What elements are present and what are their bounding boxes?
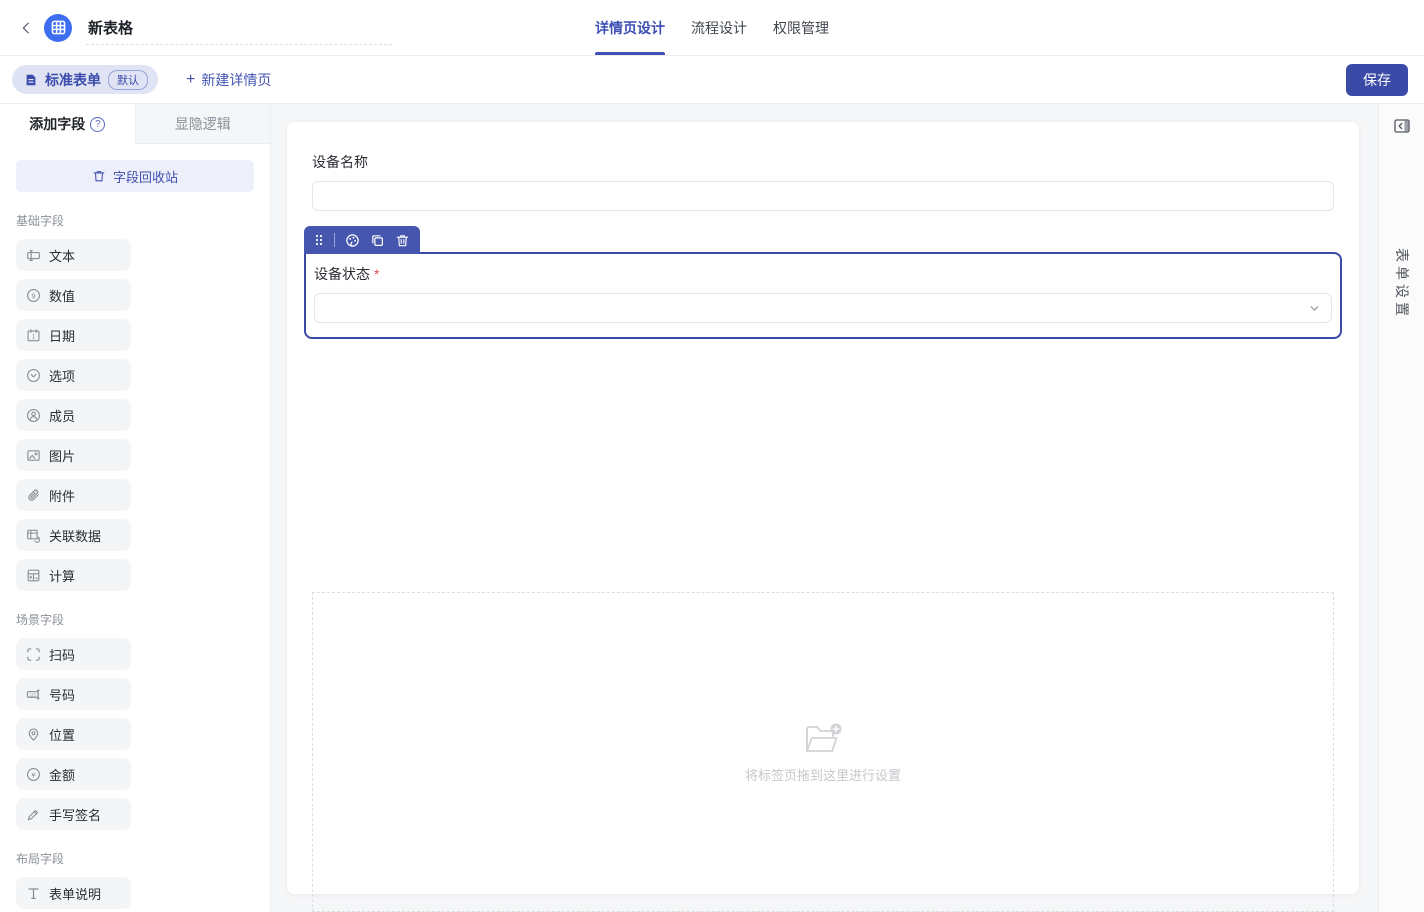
- field-item-form-note[interactable]: 表单说明: [16, 877, 131, 909]
- section-title-basic-fields: 基础字段: [16, 212, 254, 229]
- text-field-icon: [26, 248, 41, 263]
- form-doc-icon: [24, 73, 38, 87]
- new-detail-page-button[interactable]: + 新建详情页: [186, 70, 271, 90]
- folder-plus-icon: [803, 721, 843, 755]
- new-detail-page-label: 新建详情页: [201, 70, 271, 90]
- form-toolbar: 标准表单 默认 + 新建详情页 保存: [0, 56, 1424, 104]
- drag-handle-icon[interactable]: [314, 233, 324, 247]
- field-item-calc[interactable]: 计算: [16, 559, 131, 591]
- number-icon: 9: [26, 288, 41, 303]
- option-icon: [26, 368, 41, 383]
- dropzone-hint: 将标签页拖到这里进行设置: [745, 765, 901, 784]
- sidebar-tab-visibility-logic[interactable]: 显隐逻辑: [135, 104, 271, 144]
- svg-text:1: 1: [32, 333, 36, 340]
- field-item-member[interactable]: 成员: [16, 399, 131, 431]
- tab-detail-page-design[interactable]: 详情页设计: [595, 0, 665, 55]
- field-label: 设备名称: [312, 152, 1334, 172]
- canvas-region: 设备名称: [271, 104, 1378, 912]
- money-icon: ¥: [26, 767, 41, 782]
- svg-text:123: 123: [29, 692, 37, 697]
- page-title: 新表格: [88, 20, 133, 37]
- field-recycle-bin-button[interactable]: 字段回收站: [16, 160, 254, 192]
- field-sidebar: 添加字段 ? 显隐逻辑 字段回收站 基础字段 文本 9 数值: [0, 104, 271, 912]
- attachment-icon: [26, 488, 41, 503]
- field-item-location[interactable]: 位置: [16, 718, 131, 750]
- field-item-relation[interactable]: 关联数据: [16, 519, 131, 551]
- tab-flow-design[interactable]: 流程设计: [691, 0, 747, 55]
- layout-fields-grid: 表单说明 分隔符: [16, 877, 254, 912]
- basic-fields-grid: 文本 9 数值 1 日期 选项 成员: [16, 239, 254, 591]
- table-grid-icon: [51, 20, 66, 35]
- scene-fields-grid: 扫码 123 号码 位置 ¥ 金额 手写签名: [16, 638, 254, 830]
- save-button[interactable]: 保存: [1346, 64, 1408, 96]
- form-canvas[interactable]: 设备名称: [287, 122, 1359, 894]
- plus-icon: +: [186, 72, 195, 88]
- question-circle-icon[interactable]: ?: [90, 117, 105, 132]
- form-settings-label: 表单设置: [1392, 248, 1412, 320]
- copy-icon[interactable]: [370, 233, 385, 248]
- text-note-icon: [26, 886, 41, 901]
- device-status-select[interactable]: [314, 293, 1332, 323]
- field-item-date[interactable]: 1 日期: [16, 319, 131, 351]
- field-item-signature[interactable]: 手写签名: [16, 798, 131, 830]
- member-icon: [26, 408, 41, 423]
- field-item-option[interactable]: 选项: [16, 359, 131, 391]
- field-label: 设备状态 *: [314, 264, 1332, 284]
- main-area: 添加字段 ? 显隐逻辑 字段回收站 基础字段 文本 9 数值: [0, 104, 1424, 912]
- chevron-left-icon: [19, 21, 33, 35]
- calculator-icon: [26, 568, 41, 583]
- collapse-panel-button[interactable]: [1393, 117, 1411, 135]
- canvas-field-device-name[interactable]: 设备名称: [312, 152, 1334, 211]
- trash-icon[interactable]: [395, 233, 410, 248]
- selected-field-toolbar: [304, 226, 420, 254]
- number-input-icon: 123: [26, 687, 41, 702]
- canvas-field-device-status-selected[interactable]: 设备状态 *: [304, 252, 1342, 339]
- required-star: *: [374, 266, 379, 282]
- field-item-scan[interactable]: 扫码: [16, 638, 131, 670]
- device-name-input[interactable]: [312, 181, 1334, 211]
- svg-text:9: 9: [31, 291, 35, 300]
- app-header: 新表格 详情页设计 流程设计 权限管理: [0, 0, 1424, 56]
- image-icon: [26, 448, 41, 463]
- svg-text:¥: ¥: [31, 770, 36, 779]
- chevron-down-icon: [1308, 302, 1321, 315]
- form-pill-label: 标准表单: [45, 70, 101, 90]
- tab-permission[interactable]: 权限管理: [773, 0, 829, 55]
- field-item-phone-number[interactable]: 123 号码: [16, 678, 131, 710]
- relation-icon: [26, 528, 41, 543]
- tab-dropzone[interactable]: 将标签页拖到这里进行设置: [312, 592, 1334, 912]
- scan-icon: [26, 647, 41, 662]
- standard-form-pill[interactable]: 标准表单 默认: [12, 65, 158, 94]
- sidebar-tab-add-field[interactable]: 添加字段 ?: [0, 104, 135, 144]
- palette-icon[interactable]: [345, 233, 360, 248]
- back-button[interactable]: [16, 18, 36, 38]
- section-title-layout-fields: 布局字段: [16, 850, 254, 867]
- toolbar-separator: [334, 233, 335, 247]
- field-item-image[interactable]: 图片: [16, 439, 131, 471]
- form-title-edit[interactable]: 新表格: [86, 11, 392, 45]
- field-item-attachment[interactable]: 附件: [16, 479, 131, 511]
- field-item-number[interactable]: 9 数值: [16, 279, 131, 311]
- trash-icon: [92, 169, 106, 183]
- sidebar-body: 字段回收站 基础字段 文本 9 数值 1 日期 选项: [0, 144, 270, 912]
- form-settings-strip[interactable]: 表单设置: [1378, 104, 1424, 912]
- field-item-money[interactable]: ¥ 金额: [16, 758, 131, 790]
- header-tabs: 详情页设计 流程设计 权限管理: [595, 0, 829, 55]
- section-title-scene-fields: 场景字段: [16, 611, 254, 628]
- app-icon: [44, 14, 72, 42]
- default-badge: 默认: [108, 70, 148, 90]
- location-icon: [26, 727, 41, 742]
- field-item-text[interactable]: 文本: [16, 239, 131, 271]
- signature-icon: [26, 807, 41, 822]
- collapse-panel-icon: [1393, 117, 1411, 135]
- calendar-icon: 1: [26, 328, 41, 343]
- sidebar-tabs: 添加字段 ? 显隐逻辑: [0, 104, 270, 144]
